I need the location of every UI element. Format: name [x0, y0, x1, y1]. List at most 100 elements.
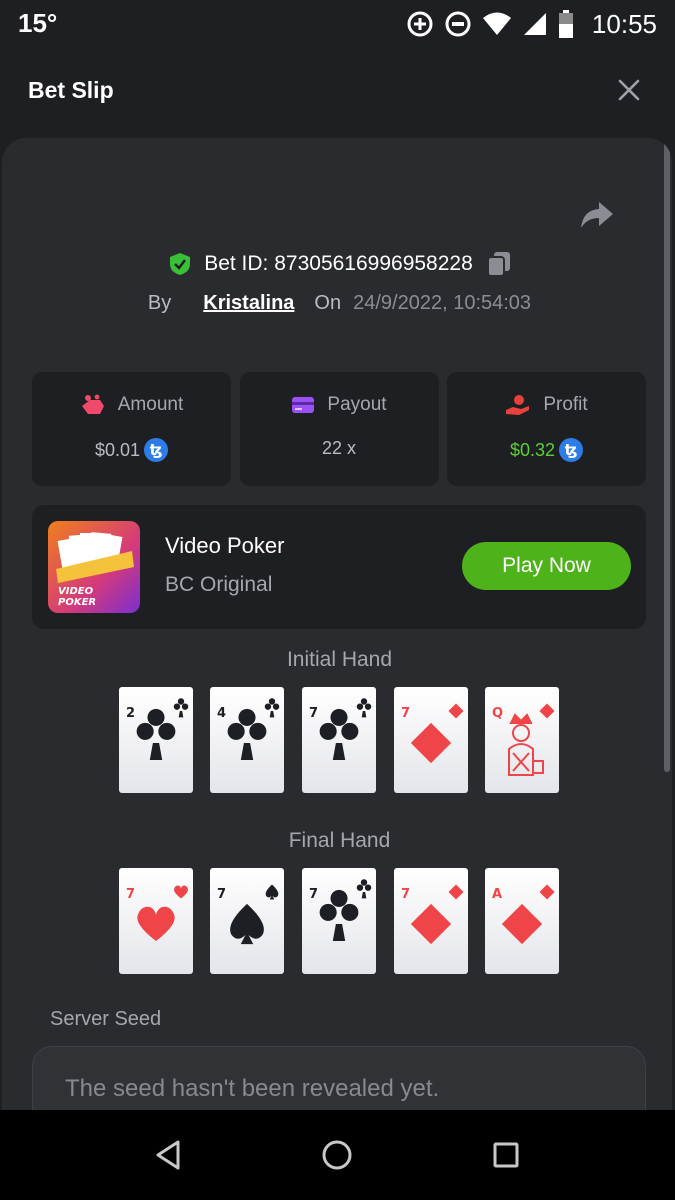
profit-value: $0.32 — [509, 439, 556, 460]
card-rank: Q — [492, 706, 503, 721]
card-diamond-small-icon — [539, 703, 555, 719]
card-rank: 7 — [309, 706, 318, 721]
profit-card: Profit $0.32 ꜩ — [447, 372, 646, 486]
copy-icon[interactable] — [486, 251, 511, 277]
recents-button[interactable] — [489, 1138, 523, 1172]
card-rank: 4 — [217, 706, 226, 721]
card-club-icon — [136, 708, 176, 761]
final-hand-card: A — [485, 868, 559, 974]
share-icon — [581, 202, 613, 228]
bet-slip-content: Bet ID: 87305616996958228 By Kristalina … — [2, 138, 672, 1110]
bet-id-row: Bet ID: 87305616996958228 — [2, 248, 672, 280]
card-spade-icon — [230, 903, 264, 945]
initial-hand-card: 2 — [119, 687, 193, 793]
card-club-small-icon — [264, 698, 280, 718]
wifi-icon — [482, 11, 512, 37]
initial-hand-card: Q — [485, 687, 559, 793]
card-diamond-icon — [501, 903, 543, 945]
card-rank: 7 — [217, 887, 226, 902]
tezos-coin-icon: ꜩ — [144, 438, 169, 462]
payout-card: Payout 22 x — [239, 372, 439, 486]
bet-id: Bet ID: 87305616996958228 — [204, 252, 473, 275]
clock: 10:55 — [591, 8, 657, 39]
card-club-icon — [227, 708, 267, 761]
by-label: By — [147, 291, 172, 314]
card-rank: A — [492, 887, 502, 902]
scrollbar[interactable] — [664, 138, 670, 772]
user-link[interactable]: Kristalina — [203, 292, 294, 315]
initial-hand-label: Initial Hand — [286, 648, 393, 671]
game-card: VIDEO POKER Video Poker BC Original Play… — [32, 505, 646, 629]
signal-icon — [522, 11, 548, 37]
card-diamond-small-icon — [448, 884, 464, 900]
payout-label: Payout — [327, 394, 387, 415]
card-diamond-icon — [410, 722, 452, 764]
back-triangle-icon — [156, 1140, 180, 1170]
card-club-icon — [319, 708, 359, 761]
home-button[interactable] — [320, 1138, 354, 1172]
amount-card: Amount $0.01 ꜩ — [32, 372, 231, 486]
bet-slip-panel: Bet ID: 87305616996958228 By Kristalina … — [0, 138, 675, 1110]
temperature: 15° — [18, 8, 58, 38]
recents-square-icon — [493, 1142, 519, 1168]
queen-face-icon — [508, 713, 544, 776]
status-icons: 10:55 — [406, 6, 675, 42]
card-diamond-small-icon — [539, 884, 555, 900]
final-hand-card: 7 — [210, 868, 284, 974]
close-icon — [618, 79, 640, 101]
card-heart-icon — [137, 906, 175, 942]
card-spade-small-icon — [265, 884, 279, 900]
payout-value: 22 x — [321, 438, 357, 458]
status-bar: 15° 10:55 — [0, 0, 675, 48]
battery-icon — [558, 10, 574, 38]
final-hand-label: Final Hand — [288, 829, 391, 852]
card-rank: 2 — [126, 706, 135, 721]
amount-label: Amount — [117, 394, 184, 415]
final-hand-card: 7 — [394, 868, 468, 974]
home-circle-icon — [322, 1140, 352, 1170]
verified-shield-icon — [170, 253, 191, 275]
close-button[interactable] — [617, 78, 641, 102]
back-button[interactable] — [152, 1138, 186, 1172]
final-hand-card: 7 — [119, 868, 193, 974]
profit-icon — [506, 395, 530, 415]
share-button[interactable] — [579, 200, 615, 232]
system-nav-bar — [0, 1110, 675, 1200]
initial-hand-card: 7 — [394, 687, 468, 793]
tezos-coin-icon: ꜩ — [559, 438, 584, 462]
card-club-icon — [319, 889, 359, 942]
card-rank: 7 — [309, 887, 318, 902]
play-now-button[interactable]: Play Now — [462, 542, 631, 590]
header: Bet Slip — [0, 48, 675, 138]
game-name: Video Poker — [165, 533, 285, 558]
final-hand-card: 7 — [302, 868, 376, 974]
server-seed-value: The seed hasn't been revealed yet. — [65, 1075, 440, 1102]
do-not-disturb-icon — [444, 10, 472, 38]
card-diamond-icon — [410, 903, 452, 945]
data-saver-icon — [406, 10, 434, 38]
card-club-small-icon — [173, 698, 189, 718]
profit-label: Profit — [543, 394, 588, 415]
page-title: Bet Slip — [28, 77, 114, 103]
card-rank: 7 — [401, 706, 410, 721]
payout-card-icon — [292, 397, 315, 413]
server-seed-field: The seed hasn't been revealed yet. — [32, 1046, 646, 1110]
amount-value: $0.01 — [94, 439, 141, 460]
initial-hand: 2 4 7 7 Q — [119, 687, 559, 793]
server-seed-label: Server Seed — [50, 1008, 162, 1030]
thumb-title-line2: POKER — [58, 597, 96, 608]
video-poker-thumbnail: VIDEO POKER — [48, 521, 140, 613]
initial-hand-card: 7 — [302, 687, 376, 793]
thumb-title-line1: VIDEO — [58, 586, 94, 597]
amount-icon — [81, 394, 104, 414]
final-hand: 7 7 7 7 A — [119, 868, 559, 974]
card-club-small-icon — [356, 879, 372, 899]
card-heart-small-icon — [173, 885, 189, 899]
game-provider: BC Original — [165, 573, 273, 596]
initial-hand-card: 4 — [210, 687, 284, 793]
card-club-small-icon — [356, 698, 372, 718]
card-rank: 7 — [126, 887, 135, 902]
on-label: On — [314, 291, 342, 314]
card-diamond-small-icon — [448, 703, 464, 719]
bet-stats: Amount $0.01 ꜩ Payout 22 x Profit $0.32 … — [32, 372, 646, 488]
